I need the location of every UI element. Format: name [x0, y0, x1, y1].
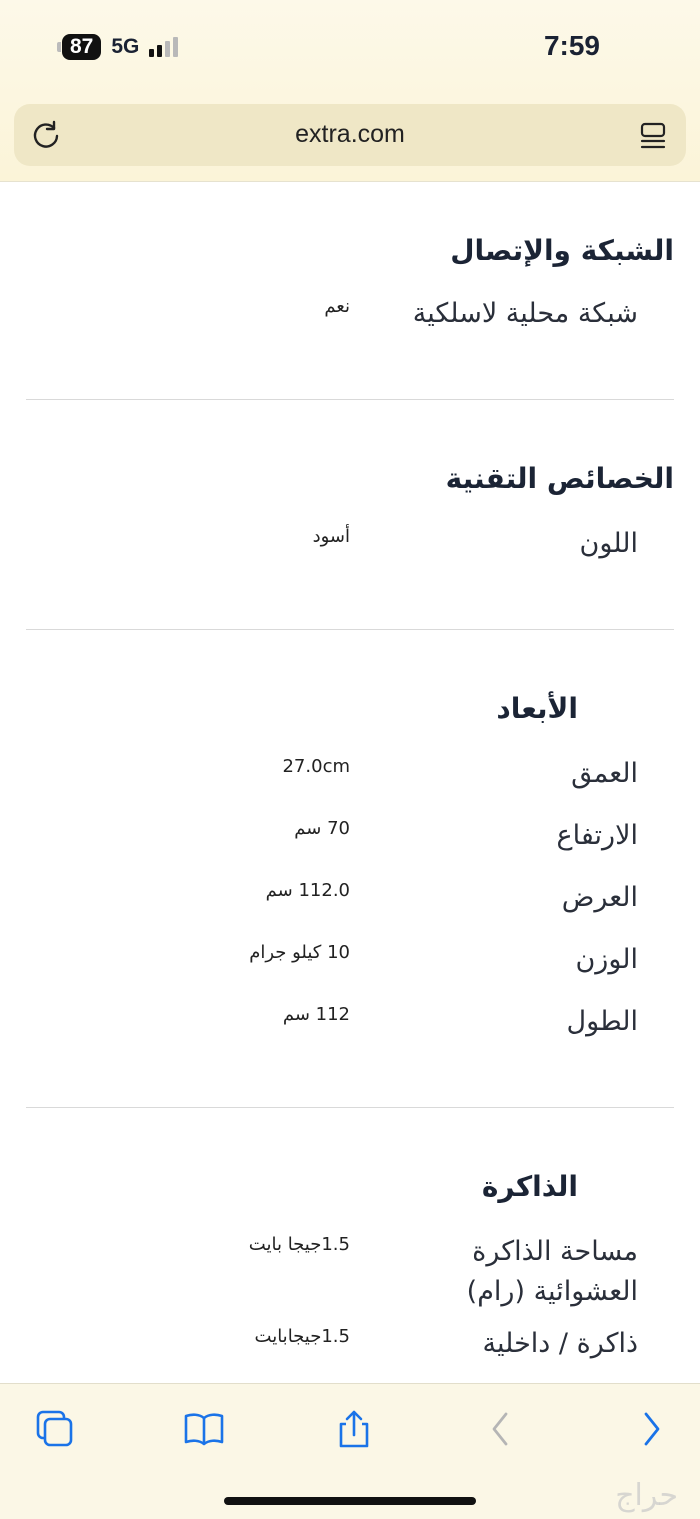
spec-value: 112 سم	[282, 1004, 350, 1025]
section-title: الذاكرة	[481, 1170, 578, 1203]
spec-row: الارتفاع 70 سم	[26, 816, 674, 878]
section-title: الشبكة والإتصال	[450, 234, 674, 267]
spec-label: العمق	[571, 758, 638, 789]
spec-section-dimensions: الأبعاد العمق 27.0cm الارتفاع 70 سم العر…	[26, 630, 674, 1108]
url-text[interactable]: extra.com	[14, 120, 686, 149]
spec-row: شبكة محلية لاسلكية نعم	[26, 294, 674, 356]
status-left: 87 5G	[56, 34, 179, 60]
spec-label: شبكة محلية لاسلكية	[412, 298, 638, 329]
spec-label: الطول	[566, 1006, 638, 1037]
spec-label: اللون	[579, 528, 638, 559]
spec-row: مساحة الذاكرة العشوائية (رام) 1.5جيجا با…	[26, 1232, 674, 1322]
reader-mode-icon[interactable]	[638, 121, 668, 151]
spec-value: 70 سم	[294, 818, 350, 839]
share-icon[interactable]	[333, 1408, 375, 1450]
spec-row: العمق 27.0cm	[26, 754, 674, 816]
section-title: الخصائص التقنية	[445, 462, 674, 495]
watermark-logo: حراج	[615, 1478, 678, 1513]
spec-label: مساحة الذاكرة العشوائية (رام)	[466, 1236, 638, 1307]
spec-value: نعم	[324, 296, 350, 317]
spec-section-memory: الذاكرة مساحة الذاكرة العشوائية (رام) 1.…	[26, 1108, 674, 1383]
spec-label: الارتفاع	[556, 820, 638, 851]
chevron-right-icon[interactable]	[632, 1408, 674, 1450]
spec-section-technical: الخصائص التقنية اللون أسود	[26, 400, 674, 630]
spec-label: الوزن	[575, 944, 638, 975]
book-icon[interactable]	[183, 1408, 225, 1450]
spec-value: 10 كيلو جرام	[249, 942, 350, 963]
spec-label: العرض	[561, 882, 638, 913]
spec-value: 1.5جيجابايت	[254, 1326, 350, 1347]
address-bar[interactable]: extra.com	[14, 104, 686, 166]
browser-top-chrome: 87 5G 7:59 extra.com	[0, 0, 700, 182]
tabs-icon[interactable]	[34, 1408, 76, 1450]
spec-value: 1.5جيجا بايت	[248, 1234, 350, 1255]
section-title: الأبعاد	[496, 692, 578, 725]
spec-row: الوزن 10 كيلو جرام	[26, 940, 674, 1002]
home-indicator[interactable]	[224, 1497, 476, 1505]
spec-section-network: الشبكة والإتصال شبكة محلية لاسلكية نعم	[26, 182, 674, 400]
spec-value: 27.0cm	[282, 756, 350, 777]
battery-indicator: 87	[56, 34, 102, 60]
spec-value: أسود	[312, 526, 350, 547]
spec-row: اللون أسود	[26, 524, 674, 586]
signal-icon	[149, 37, 179, 57]
spec-value: 112.0 سم	[265, 880, 350, 901]
chevron-left-icon[interactable]	[480, 1408, 522, 1450]
spec-row: ذاكرة / داخلية 1.5جيجابايت	[26, 1324, 674, 1383]
network-type: 5G	[111, 35, 140, 58]
spec-row: الطول 112 سم	[26, 1002, 674, 1064]
status-time: 7:59	[543, 30, 600, 61]
spec-row: العرض 112.0 سم	[26, 878, 674, 940]
product-specs: الشبكة والإتصال شبكة محلية لاسلكية نعم ا…	[0, 182, 700, 1383]
spec-label: ذاكرة / داخلية	[482, 1328, 638, 1359]
